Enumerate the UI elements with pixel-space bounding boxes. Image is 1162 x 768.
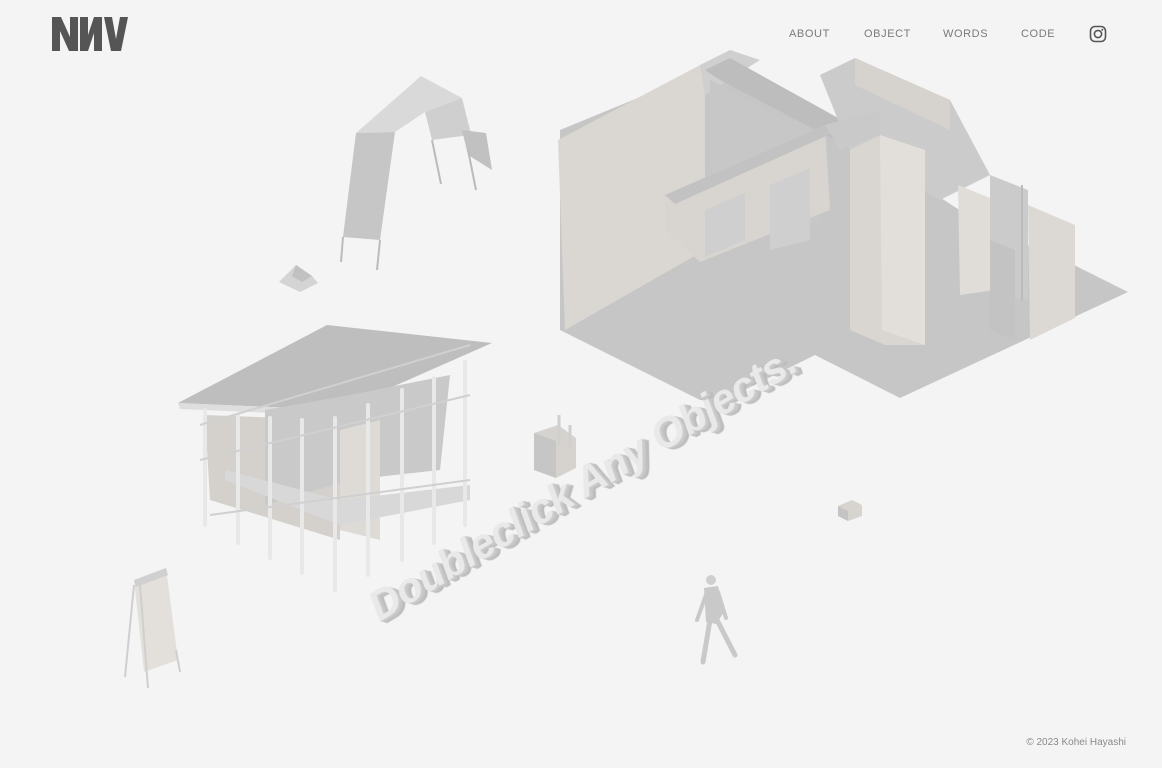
walking-figure[interactable] [695,575,738,665]
small-cube[interactable] [838,500,862,521]
folded-canopy[interactable] [340,76,492,271]
house-model[interactable] [558,50,1128,402]
object-scene[interactable] [0,0,1162,768]
copyright: © 2023 Kohei Hayashi [1026,737,1126,748]
easel-board[interactable] [124,568,181,689]
small-rock[interactable] [279,265,318,292]
